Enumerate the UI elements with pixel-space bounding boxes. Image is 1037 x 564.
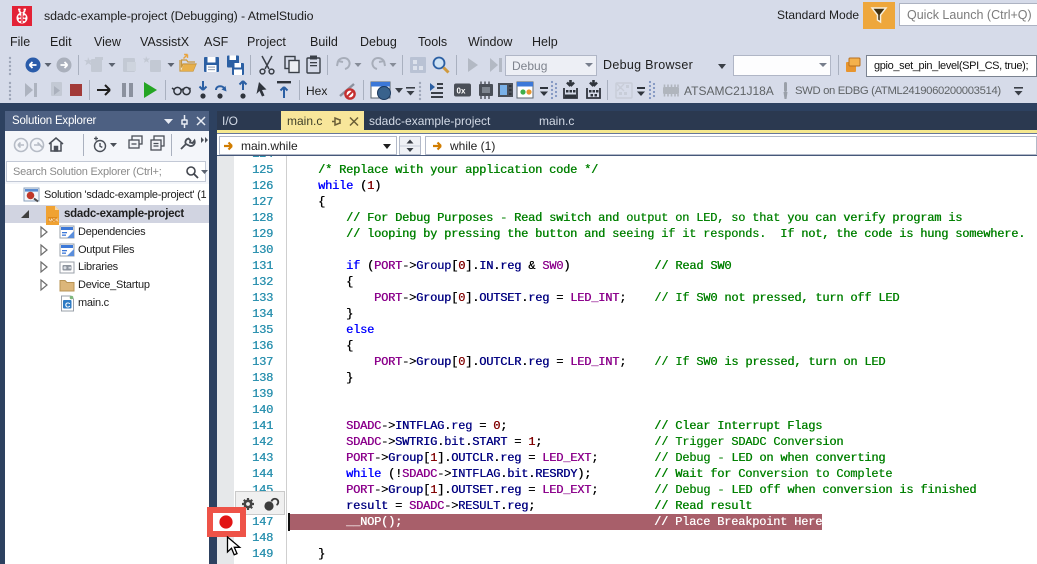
svg-text:C: C	[65, 301, 71, 310]
svg-text:MCK: MCK	[49, 218, 59, 223]
svg-text:0x: 0x	[457, 87, 466, 96]
